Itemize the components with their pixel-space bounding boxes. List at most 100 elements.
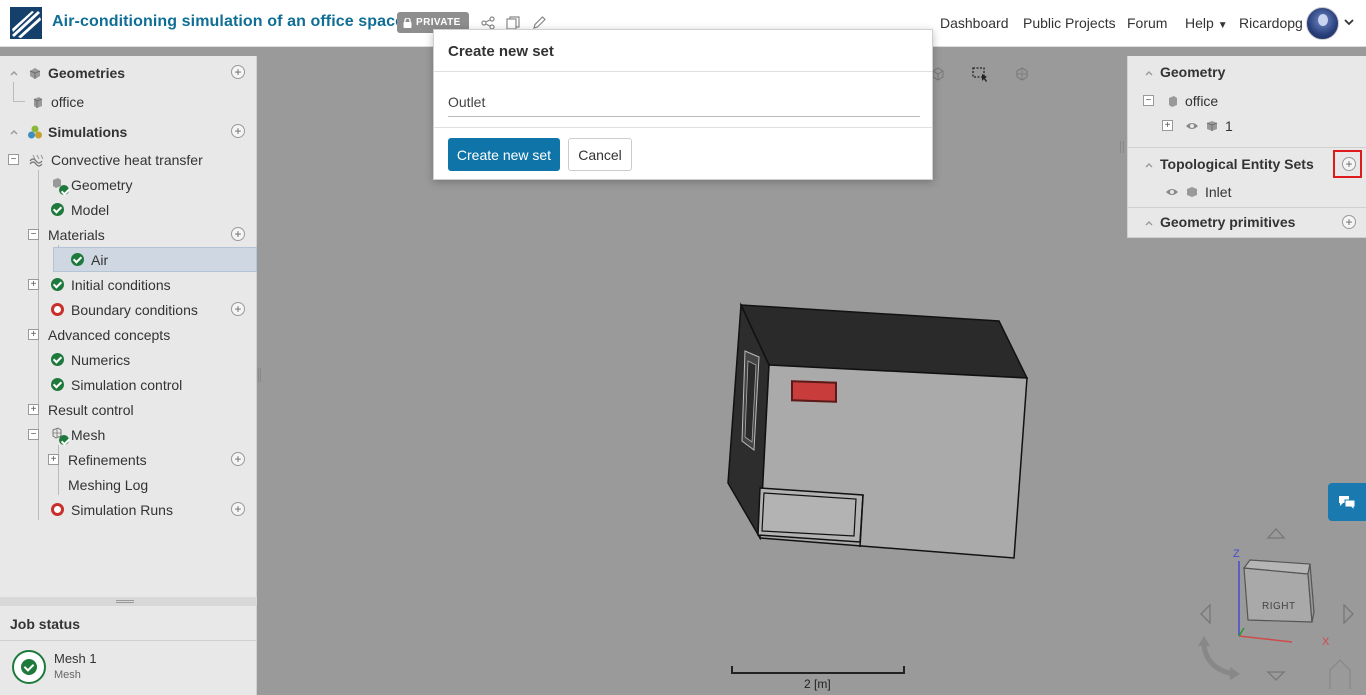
project-title[interactable]: Air-conditioning simulation of an office… [52,13,404,31]
vertical-splitter-grip[interactable] [258,368,261,382]
divider [434,71,932,72]
cancel-button[interactable]: Cancel [568,138,632,171]
tree-numerics[interactable]: Numerics [0,347,257,372]
chevron-up-icon[interactable] [1144,160,1154,170]
add-simulation-run-icon[interactable]: + [231,502,245,516]
divider [1128,147,1366,148]
rp-topological-sets-header[interactable]: Topological Entity Sets + [1128,152,1366,176]
divider [434,127,932,128]
tree-convective-heat-transfer[interactable]: − Convective heat transfer [0,147,257,172]
add-simulation-icon[interactable]: + [231,124,245,138]
add-boundary-condition-icon[interactable]: + [231,302,245,316]
eye-icon[interactable] [1185,121,1199,131]
set-name-input[interactable] [448,87,920,117]
tree-geometries[interactable]: Geometries + [0,60,257,85]
check-icon [71,253,84,266]
expand-icon[interactable]: + [48,454,59,465]
user-name[interactable]: Ricardopg [1239,15,1303,31]
add-refinement-icon[interactable]: + [231,452,245,466]
tree-materials[interactable]: − Materials + [0,222,257,247]
chevron-down-icon[interactable] [1344,17,1354,27]
tree-mesh-label: Mesh [71,426,106,443]
nav-help-label: Help [1185,15,1214,31]
chevron-up-icon[interactable] [1144,218,1154,228]
mesh-view-icon[interactable] [1014,66,1030,82]
chevron-down-icon: ▼ [1217,20,1228,31]
job-type: Mesh [54,669,81,681]
tree-air-label: Air [91,251,109,268]
tree-model[interactable]: Model [0,197,257,222]
inlet-face[interactable] [791,380,837,403]
tree-refinements[interactable]: + Refinements + [0,447,257,472]
simulation-tree-panel: Geometries + office Simulations + − Conv… [0,56,257,597]
tree-simulation-runs[interactable]: Simulation Runs + [0,497,257,522]
simscale-logo[interactable] [10,7,42,39]
splitter-grip[interactable] [116,600,134,603]
tree-office[interactable]: office [0,89,257,114]
geometry-icon [29,68,41,79]
nav-dashboard[interactable]: Dashboard [940,15,1009,31]
tree-model-label: Model [71,201,110,218]
eye-icon[interactable] [1165,187,1179,197]
avatar[interactable] [1306,7,1339,40]
tree-initial-conditions[interactable]: + Initial conditions [0,272,257,297]
home-icon [1329,659,1351,689]
rotate-down-icon [1266,671,1286,681]
tree-simulation-control[interactable]: Simulation control [0,372,257,397]
collapse-icon[interactable]: − [8,154,19,165]
collapse-icon[interactable]: − [28,429,39,440]
office-3d-model[interactable] [722,298,1042,568]
tree-air[interactable]: Air [53,247,257,272]
collapse-icon[interactable]: − [28,229,39,240]
job-status-title: Job status [10,616,81,632]
add-primitive-icon[interactable]: + [1342,215,1356,229]
face-set-icon [1187,187,1197,197]
right-panel-splitter-grip[interactable] [1120,141,1124,153]
error-icon [51,503,64,516]
rp-geometry-primitives-label: Geometry primitives [1160,214,1296,230]
nav-forum[interactable]: Forum [1127,15,1167,31]
rp-office[interactable]: − office [1128,89,1366,113]
rp-geometry-primitives-header[interactable]: Geometry primitives + [1128,210,1366,234]
rp-geometry-header[interactable]: Geometry [1128,60,1366,84]
rp-topological-sets-label: Topological Entity Sets [1160,156,1314,172]
add-material-icon[interactable]: + [231,227,245,241]
tree-geometries-label: Geometries [48,64,126,81]
tree-boundary-conditions[interactable]: Boundary conditions + [0,297,257,322]
chevron-up-icon[interactable] [9,68,19,78]
create-set-button[interactable]: Create new set [448,138,560,171]
tree-office-label: office [51,93,85,110]
add-geometry-icon[interactable]: + [231,65,245,79]
tree-convective-label: Convective heat transfer [51,151,203,168]
chat-button[interactable] [1328,483,1366,521]
nav-help[interactable]: Help ▼ [1185,15,1228,31]
box-select-icon[interactable] [972,66,988,82]
tree-meshing-log[interactable]: Meshing Log [0,472,257,497]
expand-icon[interactable]: + [28,329,39,340]
solid-icon [1206,121,1218,131]
collapse-icon[interactable]: − [1143,95,1154,106]
job-name[interactable]: Mesh 1 [54,651,97,666]
nav-public-projects[interactable]: Public Projects [1023,15,1116,31]
tree-mesh[interactable]: − Mesh [0,422,257,447]
expand-icon[interactable]: + [28,404,39,415]
expand-icon[interactable]: + [28,279,39,290]
geometry-panel: Geometry − office + 1 Topological Entity… [1127,56,1366,238]
chevron-up-icon[interactable] [9,127,19,137]
rp-inlet[interactable]: Inlet [1128,180,1366,204]
expand-icon[interactable]: + [1162,120,1173,131]
chevron-up-icon[interactable] [1144,68,1154,78]
part-icon [1169,96,1177,107]
simulations-icon [28,125,42,139]
rotate-up-icon [1266,528,1286,539]
panel-splitter[interactable] [0,597,257,606]
check-icon [51,203,64,216]
tree-simulations[interactable]: Simulations + [0,119,257,144]
check-icon [51,278,64,291]
rp-part-1[interactable]: + 1 [1128,114,1366,138]
tree-result-control[interactable]: + Result control [0,397,257,422]
tree-result-control-label: Result control [48,401,134,418]
tree-geometry[interactable]: Geometry [0,172,257,197]
tree-advanced-concepts[interactable]: + Advanced concepts [0,322,257,347]
highlight-annotation [1333,150,1362,178]
